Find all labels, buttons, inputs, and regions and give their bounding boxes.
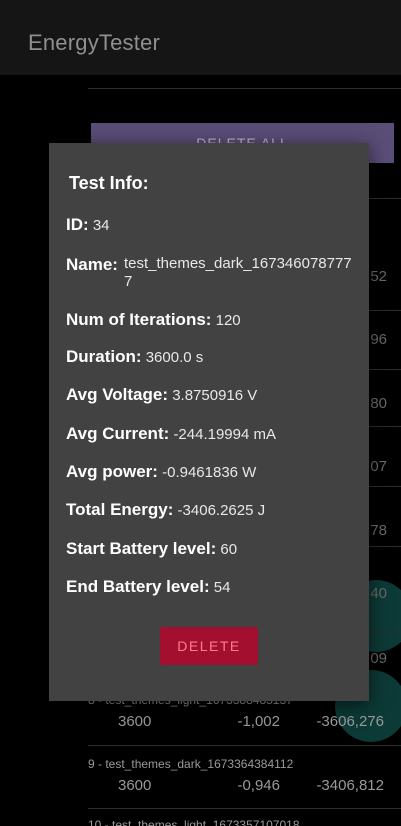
- field-value: -244.19994 mA: [173, 426, 277, 443]
- field-value: 3600.0 s: [145, 349, 204, 366]
- field-name: Name: test_themes_dark_1673460787777: [66, 255, 362, 291]
- list-peek-value: 40: [370, 585, 387, 602]
- list-item-name: 10 - test_themes_light_1673357107018: [88, 818, 300, 826]
- list-item-energy: -3606,276: [316, 713, 384, 730]
- delete-button[interactable]: DELETE: [160, 627, 258, 665]
- field-end-battery: End Battery level: 54: [66, 577, 362, 598]
- test-info-dialog: Test Info: ID: 34 Name: test_themes_dark…: [49, 143, 369, 701]
- app-title: EnergyTester: [28, 30, 161, 55]
- field-label: Name:: [66, 255, 118, 274]
- list-peek-value: 78: [370, 522, 387, 539]
- list-peek-value: 80: [370, 395, 387, 412]
- list-item-duration: 3600: [118, 777, 152, 794]
- app-bar: EnergyTester: [0, 0, 401, 75]
- list-peek-value: 52: [370, 268, 387, 285]
- list-item-power: -1,002: [237, 713, 280, 730]
- field-start-battery: Start Battery level: 60: [66, 539, 362, 560]
- list-item[interactable]: 10 - test_themes_light_1673357107018: [88, 818, 401, 826]
- field-value: -0.9461836 W: [162, 464, 257, 481]
- field-iterations: Num of Iterations: 120: [66, 310, 362, 331]
- field-id: ID: 34: [66, 215, 362, 236]
- field-voltage: Avg Voltage: 3.8750916 V: [66, 385, 362, 406]
- list-divider: [88, 745, 401, 746]
- field-value: 34: [92, 217, 110, 234]
- field-label: Num of Iterations:: [66, 310, 212, 329]
- list-item-energy: -3406,812: [316, 777, 384, 794]
- field-value: 3.8750916 V: [172, 387, 258, 404]
- list-peek-value: 96: [370, 331, 387, 348]
- list-peek-value: 07: [370, 458, 387, 475]
- field-value: 54: [213, 579, 231, 596]
- field-label: Duration:: [66, 347, 142, 366]
- field-label: Avg power:: [66, 462, 158, 481]
- list-item-name: 9 - test_themes_dark_1673364384112: [88, 757, 294, 771]
- field-current: Avg Current: -244.19994 mA: [66, 424, 362, 445]
- list-divider: [88, 88, 401, 89]
- list-item-power: -0,946: [237, 777, 280, 794]
- list-divider: [88, 808, 401, 809]
- field-label: Total Energy:: [66, 500, 174, 519]
- field-value: 60: [220, 541, 238, 558]
- list-peek-value: 09: [370, 650, 387, 667]
- field-power: Avg power: -0.9461836 W: [66, 462, 362, 483]
- field-label: ID:: [66, 215, 89, 234]
- field-value: 120: [215, 312, 241, 329]
- field-label: Start Battery level:: [66, 539, 217, 558]
- dialog-title: Test Info:: [69, 173, 149, 193]
- field-value: -3406.2625 J: [177, 502, 266, 519]
- field-duration: Duration: 3600.0 s: [66, 347, 362, 368]
- field-label: Avg Voltage:: [66, 385, 169, 404]
- field-value: test_themes_dark_1673460787777: [123, 255, 352, 290]
- list-item-duration: 3600: [118, 713, 152, 730]
- field-label: Avg Current:: [66, 424, 170, 443]
- field-label: End Battery level:: [66, 577, 210, 596]
- field-energy: Total Energy: -3406.2625 J: [66, 500, 362, 521]
- list-item[interactable]: 9 - test_themes_dark_1673364384112 3600 …: [88, 757, 401, 807]
